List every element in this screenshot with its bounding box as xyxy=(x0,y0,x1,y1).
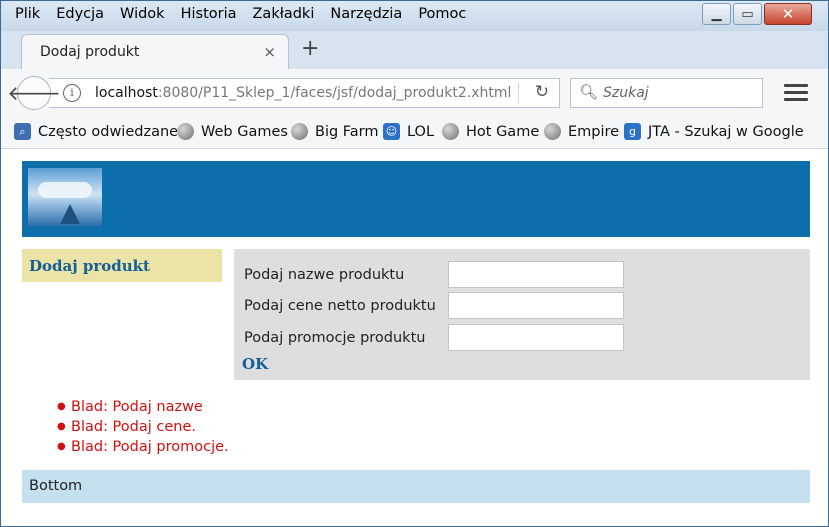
bookmark-czesto-odwiedzane[interactable]: ⌕ Często odwiedzane xyxy=(14,123,178,140)
bookmark-label: Big Farm xyxy=(315,123,379,140)
search-input[interactable]: 🔍︎ Szukaj xyxy=(570,78,763,108)
promo-label: Podaj promocje produktu xyxy=(244,330,426,346)
close-window-button[interactable]: ✕ xyxy=(764,3,812,25)
page-content: Dodaj produkt Podaj nazwe produktu Podaj… xyxy=(1,149,828,526)
name-field[interactable] xyxy=(448,261,624,288)
search-placeholder: Szukaj xyxy=(603,85,649,101)
tab-title: Dodaj produkt xyxy=(40,44,140,60)
globe-icon xyxy=(177,123,194,140)
most-visited-icon: ⌕ xyxy=(14,123,31,140)
menu-edycja[interactable]: Edycja xyxy=(56,6,104,22)
bookmark-label: LOL xyxy=(407,123,435,140)
bookmark-hot-game[interactable]: Hot Game xyxy=(442,123,539,140)
new-tab-button[interactable]: + xyxy=(301,36,319,61)
search-icon: 🔍︎ xyxy=(579,83,599,101)
browser-window: Plik Edycja Widok Historia Zakładki Narz… xyxy=(0,0,829,527)
maximize-button[interactable]: ▭ xyxy=(733,3,762,25)
reload-icon[interactable]: ↻ xyxy=(535,82,549,102)
globe-icon xyxy=(291,123,308,140)
menu-zakladki[interactable]: Zakładki xyxy=(253,6,315,22)
google-icon: g xyxy=(624,123,641,140)
window-controls: ▁ ▭ ✕ xyxy=(700,3,812,25)
close-icon: ✕ xyxy=(781,5,795,23)
url-path: :8080/P11_Sklep_1/faces/jsf/dodaj_produk… xyxy=(157,85,512,101)
menu-historia[interactable]: Historia xyxy=(181,6,237,22)
tab-close-icon[interactable]: × xyxy=(263,43,276,61)
menu-pomoc[interactable]: Pomoc xyxy=(418,6,466,22)
minimize-button[interactable]: ▁ xyxy=(702,3,731,25)
bookmark-lol[interactable]: ☺ LOL xyxy=(383,123,434,140)
bookmark-empire[interactable]: Empire xyxy=(544,123,619,140)
globe-icon xyxy=(544,123,561,140)
back-button[interactable]: 🡐 xyxy=(7,76,61,110)
sidebar: Dodaj produkt xyxy=(22,249,222,282)
error-message: Blad: Podaj cene. xyxy=(57,417,229,437)
menu: Plik Edycja Widok Historia Zakładki Narz… xyxy=(15,6,482,22)
price-label: Podaj cene netto produktu xyxy=(244,298,436,314)
url-bar[interactable]: i localhost:8080/P11_Sklep_1/faces/jsf/d… xyxy=(49,78,560,108)
back-arrow-icon: 🡐 xyxy=(7,81,61,105)
product-form: Podaj nazwe produktu Podaj cene netto pr… xyxy=(234,249,810,380)
promo-field[interactable] xyxy=(448,324,624,351)
menu-narzedzia[interactable]: Narzędzia xyxy=(330,6,402,22)
ok-button[interactable]: OK xyxy=(242,355,268,373)
bookmark-label: Web Games xyxy=(201,123,288,140)
bookmark-label: Empire xyxy=(568,123,620,140)
bookmarks-bar: ⌕ Często odwiedzane Web Games Big Farm ☺ L… xyxy=(1,117,828,149)
globe-icon xyxy=(442,123,459,140)
page-footer: Bottom xyxy=(22,470,810,503)
url-text[interactable]: localhost:8080/P11_Sklep_1/faces/jsf/dod… xyxy=(95,85,511,101)
maximize-icon: ▭ xyxy=(741,6,754,22)
bookmark-big-farm[interactable]: Big Farm xyxy=(291,123,379,140)
info-icon[interactable]: i xyxy=(63,84,81,102)
error-message: Blad: Podaj nazwe xyxy=(57,397,229,417)
menu-widok[interactable]: Widok xyxy=(120,6,165,22)
lol-icon: ☺ xyxy=(383,123,400,140)
url-host: localhost xyxy=(95,85,158,101)
logo-image xyxy=(28,168,102,226)
name-label: Podaj nazwe produktu xyxy=(244,267,405,283)
bookmark-label: Hot Game xyxy=(466,123,540,140)
page-header xyxy=(22,161,810,237)
footer-text: Bottom xyxy=(29,478,83,494)
menu-bar: Plik Edycja Widok Historia Zakładki Narz… xyxy=(1,1,828,31)
bookmark-label: JTA - Szukaj w Google xyxy=(648,123,804,140)
price-field[interactable] xyxy=(448,292,624,319)
bookmark-label: Często odwiedzane xyxy=(38,123,179,140)
menu-plik[interactable]: Plik xyxy=(15,6,40,22)
error-message: Blad: Podaj promocje. xyxy=(57,437,229,457)
tab-dodaj-produkt[interactable]: Dodaj produkt × xyxy=(21,34,289,69)
bookmark-web-games[interactable]: Web Games xyxy=(177,123,288,140)
error-list: Blad: Podaj nazwe Blad: Podaj cene. Blad… xyxy=(57,397,229,457)
url-separator xyxy=(518,83,519,103)
menu-hamburger-icon[interactable] xyxy=(784,81,808,103)
minimize-icon: ▁ xyxy=(711,6,722,22)
tab-strip: Dodaj produkt × + xyxy=(1,31,828,69)
bookmark-jta-google[interactable]: g JTA - Szukaj w Google xyxy=(624,123,804,140)
sidebar-link-dodaj-produkt[interactable]: Dodaj produkt xyxy=(29,257,150,275)
